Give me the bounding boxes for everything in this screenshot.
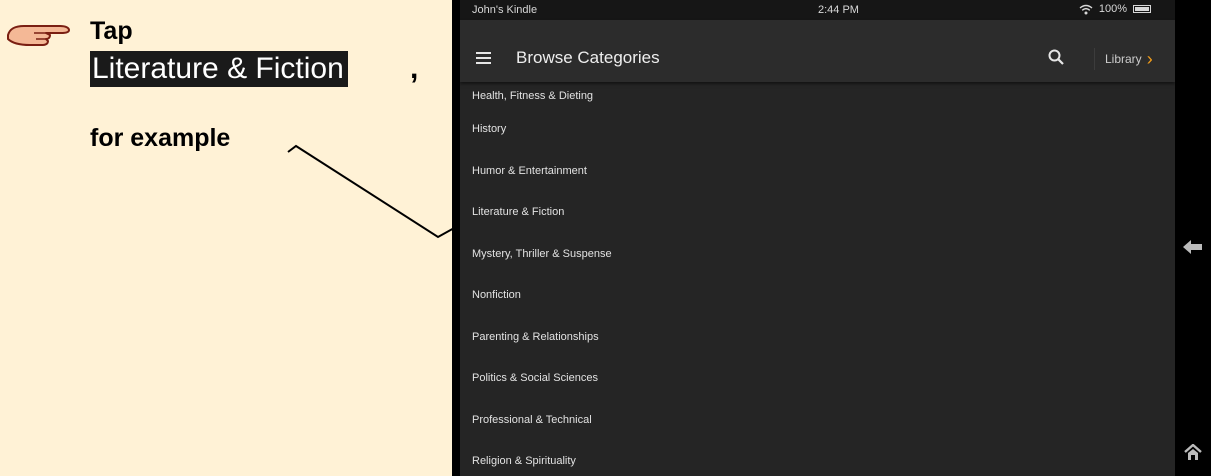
category-item[interactable]: Parenting & Relationships — [460, 317, 1175, 359]
instruction-example-text: for example — [90, 124, 231, 152]
library-button[interactable]: Library › — [1094, 48, 1153, 70]
category-item[interactable]: Politics & Social Sciences — [460, 358, 1175, 400]
highlighted-category-label: Literature & Fiction — [90, 51, 348, 87]
app-bar: Browse Categories Library › — [460, 20, 1175, 82]
menu-icon[interactable] — [476, 52, 491, 64]
device-screen: John's Kindle 2:44 PM 100% Browse Catego… — [460, 0, 1175, 476]
category-item[interactable]: Mystery, Thriller & Suspense — [460, 234, 1175, 276]
status-time: 2:44 PM — [818, 4, 859, 16]
search-icon[interactable] — [1048, 49, 1064, 65]
category-item-literature-fiction[interactable]: Literature & Fiction — [460, 192, 1175, 234]
device-name: John's Kindle — [472, 4, 538, 16]
category-item[interactable]: Humor & Entertainment — [460, 151, 1175, 193]
battery-icon — [1133, 5, 1151, 13]
chevron-right-icon: › — [1146, 49, 1153, 69]
kindle-device: John's Kindle 2:44 PM 100% Browse Catego… — [452, 0, 1211, 476]
page-title: Browse Categories — [516, 48, 660, 67]
pointing-hand-icon — [7, 25, 70, 46]
category-item[interactable]: Nonfiction — [460, 275, 1175, 317]
category-item[interactable]: Religion & Spirituality — [460, 441, 1175, 476]
instruction-tap-text: Tap — [90, 17, 133, 45]
status-indicators: 100% — [1079, 3, 1151, 15]
home-icon[interactable] — [1184, 444, 1202, 460]
category-item[interactable]: History — [460, 109, 1175, 151]
instruction-comma: , — [410, 52, 419, 85]
wifi-icon — [1079, 4, 1093, 14]
category-item[interactable]: Professional & Technical — [460, 400, 1175, 442]
navigation-bar — [1175, 0, 1211, 476]
instruction-panel: Tap Literature & Fiction , for example — [0, 0, 452, 476]
category-item[interactable]: Health, Fitness & Dieting — [460, 75, 1175, 109]
battery-percent: 100% — [1098, 3, 1127, 15]
library-label: Library — [1105, 52, 1142, 66]
category-list: Health, Fitness & Dieting History Humor … — [460, 75, 1175, 476]
back-arrow-icon[interactable] — [1183, 240, 1203, 254]
status-bar: John's Kindle 2:44 PM 100% — [460, 0, 1175, 20]
